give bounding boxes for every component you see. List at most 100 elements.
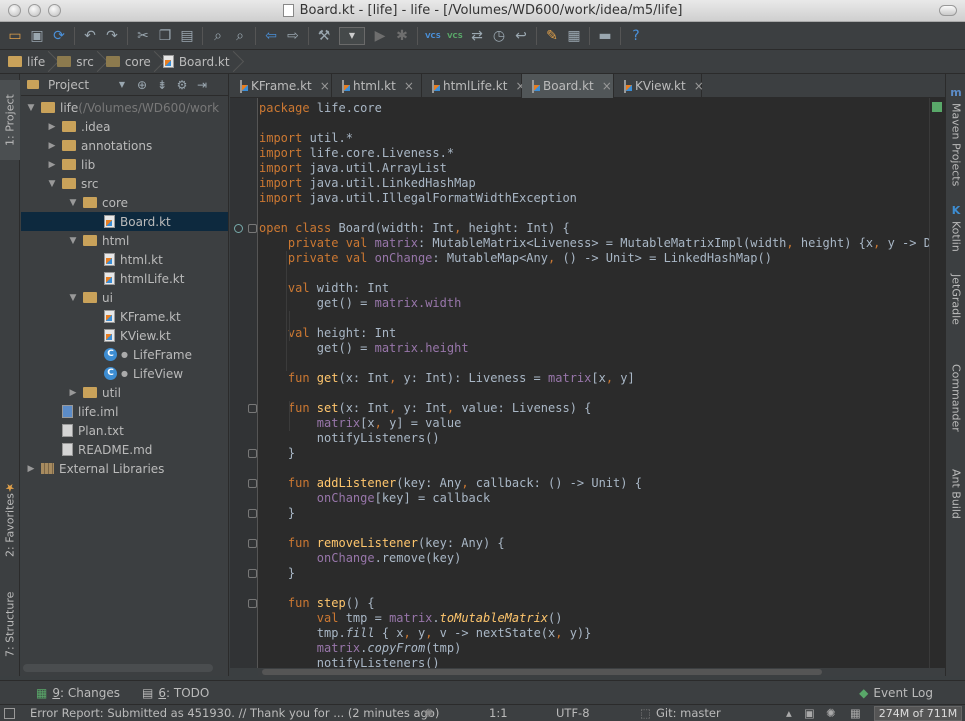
file-encoding[interactable]: UTF-8 (556, 706, 590, 720)
close-window-button[interactable] (8, 4, 21, 17)
sync-icon[interactable]: ⟳ (48, 25, 70, 47)
event-icon[interactable]: ▣ (804, 706, 815, 720)
breadcrumb-life[interactable]: life (4, 51, 53, 73)
tab-board-kt[interactable]: Board.kt × (522, 74, 614, 98)
tab-favorites-tool[interactable]: 2: Favorites ★ (0, 474, 20, 564)
notifications-icon[interactable]: ✺ (826, 706, 836, 720)
tab-structure-tool[interactable]: 7: Structure (0, 579, 20, 669)
gear-icon[interactable]: ⚙ (174, 78, 190, 92)
tree-item--idea[interactable]: ▶ .idea (21, 117, 228, 136)
git-icon[interactable]: ▦ (850, 706, 861, 720)
tree-item-readme-md[interactable]: README.md (21, 440, 228, 459)
tree-item-plan-txt[interactable]: Plan.txt (21, 421, 228, 440)
tree-item-kview-kt[interactable]: KView.kt (21, 326, 228, 345)
tree-item-ui[interactable]: ▼ ui (21, 288, 228, 307)
implemented-marker-icon[interactable] (234, 224, 243, 233)
close-icon[interactable]: × (602, 79, 612, 93)
vcs-update-icon[interactable]: VCS (422, 25, 444, 47)
tab-kview-kt[interactable]: KView.kt × (614, 74, 704, 98)
close-icon[interactable]: × (404, 79, 414, 93)
toolbar-toggle-button[interactable] (939, 5, 957, 16)
collapse-arrow-icon[interactable]: ▶ (67, 388, 79, 398)
chevron-down-icon[interactable]: ▼ (114, 80, 130, 89)
scrollbar-thumb[interactable] (262, 669, 822, 675)
minimize-window-button[interactable] (28, 4, 41, 17)
tree-horizontal-scrollbar[interactable] (23, 664, 213, 672)
tab-commander[interactable]: Commander (946, 364, 965, 449)
collapse-all-icon[interactable]: ⇟ (154, 78, 170, 92)
undo-icon[interactable]: ↶ (79, 25, 101, 47)
tool-windows-toggle-icon[interactable] (4, 707, 15, 719)
tree-item-external-libraries[interactable]: ▶ External Libraries (21, 459, 228, 478)
close-icon[interactable]: × (320, 79, 330, 93)
fold-marker-icon[interactable] (248, 509, 257, 518)
vcs-compare-icon[interactable]: ⇄ (466, 25, 488, 47)
tree-item-util[interactable]: ▶ util (21, 383, 228, 402)
fold-marker-icon[interactable] (248, 479, 257, 488)
close-icon[interactable]: × (694, 79, 704, 93)
collapse-arrow-icon[interactable]: ▶ (46, 122, 58, 132)
collapse-arrow-icon[interactable]: ▶ (25, 464, 37, 474)
breadcrumb-src[interactable]: src (53, 51, 102, 73)
code-area[interactable]: package life.core import util.* import lif… (259, 98, 945, 668)
tab-event-log[interactable]: ◆ Event Log (859, 686, 933, 700)
tree-item-html-kt[interactable]: html.kt (21, 250, 228, 269)
fold-marker-icon[interactable] (248, 539, 257, 548)
fold-marker-icon[interactable] (248, 224, 257, 233)
run-config-combo[interactable]: ▼ (339, 26, 365, 45)
replace-icon[interactable]: ⌕ (229, 25, 251, 47)
tree-item-core[interactable]: ▼ core (21, 193, 228, 212)
tree-item-lifeframe[interactable]: C ● LifeFrame (21, 345, 228, 364)
tab-kotlin[interactable]: K Kotlin (946, 204, 965, 264)
fold-marker-icon[interactable] (248, 599, 257, 608)
editor-horizontal-scrollbar[interactable] (258, 668, 945, 676)
expand-arrow-icon[interactable]: ▼ (25, 103, 37, 113)
tab-kframe-kt[interactable]: KFrame.kt × (230, 74, 332, 98)
paste-icon[interactable]: ▤ (176, 25, 198, 47)
caret-position[interactable]: 1:1 (489, 706, 508, 720)
tab-project-tool[interactable]: 1: Project (0, 80, 20, 160)
redo-icon[interactable]: ↷ (101, 25, 123, 47)
tab-todo[interactable]: ▤ 6: TODO (142, 686, 209, 700)
breadcrumb-board-kt[interactable]: Board.kt (159, 51, 238, 73)
project-view-selector[interactable]: Project (48, 78, 110, 92)
inspection-icon[interactable]: ▴ (786, 706, 792, 720)
tree-item-board-kt[interactable]: Board.kt (21, 212, 228, 231)
tree-item-life-iml[interactable]: life.iml (21, 402, 228, 421)
find-icon[interactable]: ⌕ (207, 25, 229, 47)
tree-item-htmllife-kt[interactable]: htmlLife.kt (21, 269, 228, 288)
tree-item-src[interactable]: ▼ src (21, 174, 228, 193)
fold-marker-icon[interactable] (248, 404, 257, 413)
tab-maven-projects[interactable]: m Maven Projects (946, 86, 965, 196)
tree-item-lib[interactable]: ▶ lib (21, 155, 228, 174)
copy-icon[interactable]: ❐ (154, 25, 176, 47)
tree-item-html[interactable]: ▼ html (21, 231, 228, 250)
back-icon[interactable]: ⇦ (260, 25, 282, 47)
editor-gutter[interactable] (230, 98, 258, 668)
tree-item-annotations[interactable]: ▶ annotations (21, 136, 228, 155)
fold-marker-icon[interactable] (248, 569, 257, 578)
tree-item-life[interactable]: ▼ life (/Volumes/WD600/work (21, 98, 228, 117)
error-stripe[interactable] (929, 98, 945, 668)
forward-icon[interactable]: ⇨ (282, 25, 304, 47)
scroll-from-source-icon[interactable]: ⊕ (134, 78, 150, 92)
tab-ant-build[interactable]: Ant Build (946, 469, 965, 539)
debug-icon[interactable]: ✱ (391, 25, 413, 47)
lock-icon[interactable]: ⬚ (640, 706, 651, 720)
tab-html-kt[interactable]: html.kt × (332, 74, 422, 98)
zoom-window-button[interactable] (48, 4, 61, 17)
revert-icon[interactable]: ↩ (510, 25, 532, 47)
tab-htmllife-kt[interactable]: htmlLife.kt × (422, 74, 526, 98)
tab-changes[interactable]: ▦ 9: Changes (36, 686, 120, 700)
git-branch[interactable]: Git: master (656, 706, 721, 720)
help-icon[interactable]: ? (625, 25, 647, 47)
cut-icon[interactable]: ✂ (132, 25, 154, 47)
sdk-icon[interactable]: ▬ (594, 25, 616, 47)
project-structure-icon[interactable]: ▦ (563, 25, 585, 47)
open-icon[interactable]: ▭ (4, 25, 26, 47)
expand-arrow-icon[interactable]: ▼ (67, 198, 79, 208)
code-editor[interactable]: package life.core import util.* import lif… (230, 98, 945, 668)
hide-panel-icon[interactable]: ⇥ (194, 78, 210, 92)
build-icon[interactable]: ⚒ (313, 25, 335, 47)
tree-item-kframe-kt[interactable]: KFrame.kt (21, 307, 228, 326)
